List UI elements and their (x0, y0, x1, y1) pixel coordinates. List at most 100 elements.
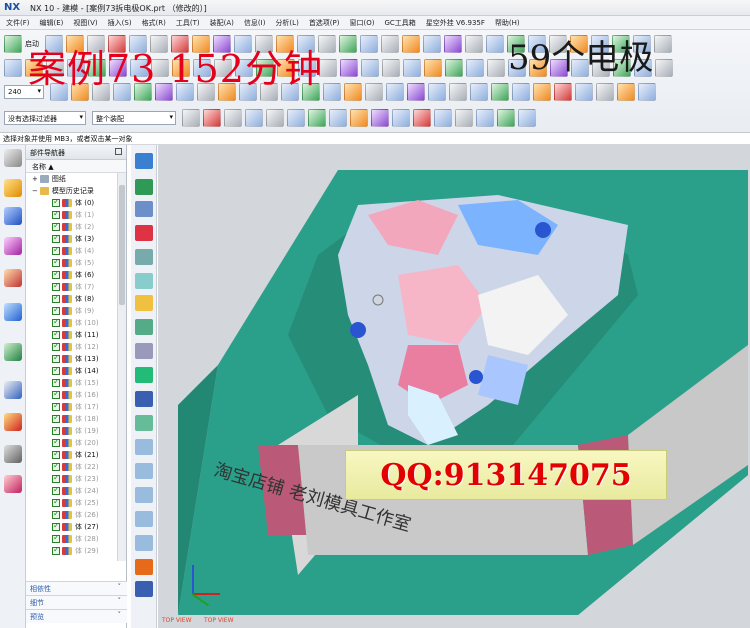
visibility-checkbox[interactable] (52, 209, 60, 219)
body-list-item[interactable]: 体 (12) (26, 341, 118, 353)
visibility-checkbox[interactable] (52, 521, 60, 531)
orient-icon[interactable] (465, 35, 483, 53)
point-tool-icon[interactable] (135, 295, 153, 311)
visibility-checkbox[interactable] (52, 329, 60, 339)
menu-edit[interactable]: 编辑(E) (35, 18, 69, 28)
visibility-checkbox[interactable] (52, 305, 60, 315)
triangle-icon[interactable] (135, 225, 153, 241)
tangent-snap-icon[interactable] (392, 109, 410, 127)
menu-plugin[interactable]: 星空外挂 V6.935F (421, 18, 490, 28)
visibility-checkbox[interactable] (52, 485, 60, 495)
arrow-down-icon[interactable] (135, 153, 153, 169)
pattern-icon[interactable] (340, 59, 358, 77)
menu-assembly[interactable]: 装配(A) (205, 18, 239, 28)
simplify-icon[interactable] (533, 83, 551, 101)
visibility-checkbox[interactable] (52, 269, 60, 279)
assembly-navigator-icon[interactable] (4, 207, 22, 225)
visibility-checkbox[interactable] (52, 449, 60, 459)
visibility-checkbox[interactable] (52, 461, 60, 471)
part-navigator-icon[interactable] (4, 179, 22, 197)
body-list-item[interactable]: 体 (8) (26, 293, 118, 305)
visibility-checkbox[interactable] (52, 413, 60, 423)
extract-icon[interactable] (445, 59, 463, 77)
visibility-checkbox[interactable] (52, 341, 60, 351)
select-box-icon[interactable] (266, 109, 284, 127)
tree-node-drawing[interactable]: + 图纸 (26, 173, 118, 185)
sketch-icon[interactable] (4, 59, 22, 77)
start-icon[interactable] (4, 35, 22, 53)
patch-icon[interactable] (424, 59, 442, 77)
center-snap-icon[interactable] (413, 109, 431, 127)
settings-gear-icon[interactable] (4, 149, 22, 167)
body-list-item[interactable]: 体 (24) (26, 485, 118, 497)
body-list-item[interactable]: 体 (27) (26, 521, 118, 533)
body-list-item[interactable]: 体 (9) (26, 305, 118, 317)
offset-icon[interactable] (344, 83, 362, 101)
body-list-item[interactable]: 体 (23) (26, 473, 118, 485)
measure-tool-icon[interactable] (135, 343, 153, 359)
history-icon[interactable] (4, 343, 22, 361)
wizard-5-icon[interactable] (135, 535, 153, 551)
menu-insert[interactable]: 插入(S) (103, 18, 137, 28)
mesh-icon[interactable] (655, 59, 673, 77)
body-list-item[interactable]: 体 (5) (26, 257, 118, 269)
sheet-icon[interactable] (135, 201, 153, 217)
tree-node-history[interactable]: − 模型历史记录 (26, 185, 118, 197)
visibility-checkbox[interactable] (52, 509, 60, 519)
name-icon[interactable] (135, 581, 153, 597)
select-all-icon[interactable] (308, 109, 326, 127)
snap-endpoint-icon[interactable] (203, 109, 221, 127)
wireframe-icon[interactable] (381, 35, 399, 53)
body-list-item[interactable]: 体 (29) (26, 545, 118, 557)
menu-gc-toolkit[interactable]: GC工具箱 (379, 18, 420, 28)
body-list-item[interactable]: 体 (19) (26, 425, 118, 437)
body-list-item[interactable]: 体 (2) (26, 221, 118, 233)
body-list-item[interactable]: 体 (26) (26, 509, 118, 521)
web-browser-icon[interactable] (4, 303, 22, 321)
layer-icon[interactable] (402, 35, 420, 53)
pin-icon[interactable] (115, 148, 122, 155)
edge-icon[interactable] (135, 273, 153, 289)
body-list-item[interactable]: 体 (17) (26, 401, 118, 413)
body-list-item[interactable]: 体 (3) (26, 233, 118, 245)
line-snap-icon[interactable] (329, 109, 347, 127)
menu-analysis[interactable]: 分析(L) (270, 18, 303, 28)
panel-details[interactable]: 细节 (26, 595, 127, 609)
section-icon[interactable] (423, 35, 441, 53)
mirror-icon[interactable] (361, 59, 379, 77)
body-list-item[interactable]: 体 (16) (26, 389, 118, 401)
select-face-icon[interactable] (224, 109, 242, 127)
menu-window[interactable]: 窗口(O) (345, 18, 380, 28)
process-studio-icon[interactable] (4, 445, 22, 463)
thicken-icon[interactable] (382, 59, 400, 77)
copy-tool-icon[interactable] (449, 83, 467, 101)
menu-info[interactable]: 信息(I) (239, 18, 271, 28)
visibility-checkbox[interactable] (52, 317, 60, 327)
body-list-item[interactable]: 体 (25) (26, 497, 118, 509)
shaded-icon[interactable] (360, 35, 378, 53)
visibility-checkbox[interactable] (52, 353, 60, 363)
menu-preferences[interactable]: 首选项(P) (304, 18, 345, 28)
visibility-checkbox[interactable] (52, 293, 60, 303)
spline-snap-icon[interactable] (371, 109, 389, 127)
grid-tool-icon[interactable] (135, 367, 153, 383)
visibility-checkbox[interactable] (52, 377, 60, 387)
body-list-item[interactable]: 体 (20) (26, 437, 118, 449)
assembly-scope-combo[interactable]: 整个装配 (92, 111, 176, 125)
select-window-icon[interactable] (287, 109, 305, 127)
transform-icon[interactable] (575, 83, 593, 101)
layer-tool-icon[interactable] (135, 319, 153, 335)
group-icon[interactable] (491, 83, 509, 101)
constraint-navigator-icon[interactable] (4, 237, 22, 255)
collapse-icon[interactable]: − (32, 187, 38, 195)
visibility-checkbox[interactable] (52, 401, 60, 411)
body-list-item[interactable]: 体 (10) (26, 317, 118, 329)
selection-filter-combo[interactable]: 没有选择过滤器 (4, 111, 86, 125)
panel-preview[interactable]: 预览 (26, 609, 127, 623)
visibility-checkbox[interactable] (52, 245, 60, 255)
menu-file[interactable]: 文件(F) (0, 18, 35, 28)
measure-icon[interactable] (444, 35, 462, 53)
expand-icon[interactable]: + (32, 175, 38, 183)
visibility-checkbox[interactable] (52, 389, 60, 399)
intersection-snap-icon[interactable] (455, 109, 473, 127)
